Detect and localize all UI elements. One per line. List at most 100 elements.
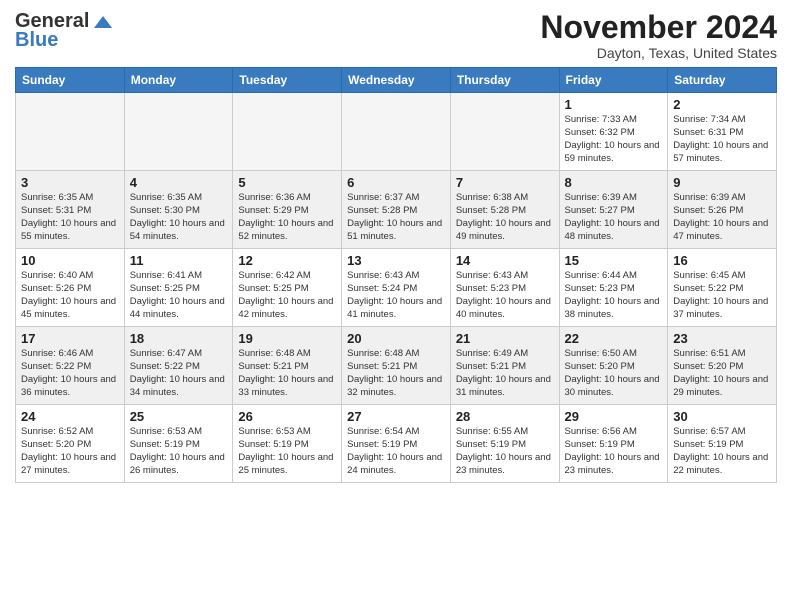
- day-detail: Sunrise: 7:34 AMSunset: 6:31 PMDaylight:…: [673, 114, 771, 165]
- day-detail: Sunrise: 6:35 AMSunset: 5:31 PMDaylight:…: [21, 192, 119, 243]
- table-row: 19Sunrise: 6:48 AMSunset: 5:21 PMDayligh…: [233, 327, 342, 405]
- day-detail: Sunrise: 6:50 AMSunset: 5:20 PMDaylight:…: [565, 348, 663, 399]
- day-number: 7: [456, 175, 554, 190]
- day-number: 2: [673, 97, 771, 112]
- day-detail: Sunrise: 6:40 AMSunset: 5:26 PMDaylight:…: [21, 270, 119, 321]
- table-row: 22 Sunrise: 6:50 AMSunset: 5:20 PMDayligh…: [559, 327, 668, 405]
- day-number: 3: [21, 175, 119, 190]
- day-number: 28: [456, 409, 554, 424]
- day-detail: Sunrise: 6:57 AMSunset: 5:19 PMDaylight:…: [673, 426, 771, 477]
- table-row: 24 Sunrise: 6:52 AMSunset: 5:20 PMDayligh…: [16, 405, 125, 483]
- table-row: 4 Sunrise: 6:35 AMSunset: 5:30 PMDaylight…: [124, 171, 233, 249]
- calendar-week-row: 1 Sunrise: 7:33 AMSunset: 6:32 PMDaylight…: [16, 93, 777, 171]
- header-monday: Monday: [124, 68, 233, 93]
- day-number: 23: [673, 331, 771, 346]
- day-number: 25: [130, 409, 228, 424]
- day-detail: Sunrise: 6:36 AMSunset: 5:29 PMDaylight:…: [238, 192, 336, 243]
- header-friday: Friday: [559, 68, 668, 93]
- day-detail: Sunrise: 6:55 AMSunset: 5:19 PMDaylight:…: [456, 426, 554, 477]
- calendar-week-row: 24 Sunrise: 6:52 AMSunset: 5:20 PMDayligh…: [16, 405, 777, 483]
- table-row: 2 Sunrise: 7:34 AMSunset: 6:31 PMDaylight…: [668, 93, 777, 171]
- table-row: 15 Sunrise: 6:44 AMSunset: 5:23 PMDayligh…: [559, 249, 668, 327]
- day-detail: Sunrise: 6:54 AMSunset: 5:19 PMDaylight:…: [347, 426, 445, 477]
- header-wednesday: Wednesday: [342, 68, 451, 93]
- day-detail: Sunrise: 6:53 AMSunset: 5:19 PMDaylight:…: [238, 426, 336, 477]
- day-number: 16: [673, 253, 771, 268]
- table-row: 8Sunrise: 6:39 AMSunset: 5:27 PMDaylight…: [559, 171, 668, 249]
- day-number: 26: [238, 409, 336, 424]
- day-detail: Sunrise: 6:43 AMSunset: 5:23 PMDaylight:…: [456, 270, 554, 321]
- day-number: 17: [21, 331, 119, 346]
- day-detail: Sunrise: 6:47 AMSunset: 5:22 PMDaylight:…: [130, 348, 228, 399]
- table-row: 1 Sunrise: 7:33 AMSunset: 6:32 PMDaylight…: [559, 93, 668, 171]
- table-row: 3 Sunrise: 6:35 AMSunset: 5:31 PMDaylight…: [16, 171, 125, 249]
- day-detail: Sunrise: 6:52 AMSunset: 5:20 PMDaylight:…: [21, 426, 119, 477]
- day-number: 22: [565, 331, 663, 346]
- logo-blue: Blue: [15, 29, 58, 52]
- header-thursday: Thursday: [450, 68, 559, 93]
- day-number: 21: [456, 331, 554, 346]
- day-number: 12: [238, 253, 336, 268]
- table-row: [16, 93, 125, 171]
- table-row: 28 Sunrise: 6:55 AMSunset: 5:19 PMDayligh…: [450, 405, 559, 483]
- day-number: 30: [673, 409, 771, 424]
- table-row: 11Sunrise: 6:41 AMSunset: 5:25 PMDayligh…: [124, 249, 233, 327]
- calendar-header-row: Sunday Monday Tuesday Wednesday Thursday…: [16, 68, 777, 93]
- day-number: 10: [21, 253, 119, 268]
- day-detail: Sunrise: 7:33 AMSunset: 6:32 PMDaylight:…: [565, 114, 663, 165]
- day-number: 15: [565, 253, 663, 268]
- table-row: 10 Sunrise: 6:40 AMSunset: 5:26 PMDayligh…: [16, 249, 125, 327]
- table-row: 6Sunrise: 6:37 AMSunset: 5:28 PMDaylight…: [342, 171, 451, 249]
- day-detail: Sunrise: 6:44 AMSunset: 5:23 PMDaylight:…: [565, 270, 663, 321]
- day-detail: Sunrise: 6:39 AMSunset: 5:26 PMDaylight:…: [673, 192, 771, 243]
- day-detail: Sunrise: 6:48 AMSunset: 5:21 PMDaylight:…: [238, 348, 336, 399]
- table-row: 29Sunrise: 6:56 AMSunset: 5:19 PMDayligh…: [559, 405, 668, 483]
- header-sunday: Sunday: [16, 68, 125, 93]
- day-number: 14: [456, 253, 554, 268]
- calendar-week-row: 17 Sunrise: 6:46 AMSunset: 5:22 PMDayligh…: [16, 327, 777, 405]
- table-row: [233, 93, 342, 171]
- calendar-week-row: 3 Sunrise: 6:35 AMSunset: 5:31 PMDaylight…: [16, 171, 777, 249]
- header-saturday: Saturday: [668, 68, 777, 93]
- day-number: 9: [673, 175, 771, 190]
- logo: General Blue: [15, 10, 114, 52]
- calendar-week-row: 10 Sunrise: 6:40 AMSunset: 5:26 PMDayligh…: [16, 249, 777, 327]
- table-row: [342, 93, 451, 171]
- day-number: 1: [565, 97, 663, 112]
- day-number: 13: [347, 253, 445, 268]
- table-row: 9 Sunrise: 6:39 AMSunset: 5:26 PMDaylight…: [668, 171, 777, 249]
- day-detail: Sunrise: 6:42 AMSunset: 5:25 PMDaylight:…: [238, 270, 336, 321]
- table-row: 30 Sunrise: 6:57 AMSunset: 5:19 PMDayligh…: [668, 405, 777, 483]
- day-number: 27: [347, 409, 445, 424]
- day-number: 4: [130, 175, 228, 190]
- table-row: 27 Sunrise: 6:54 AMSunset: 5:19 PMDayligh…: [342, 405, 451, 483]
- day-detail: Sunrise: 6:48 AMSunset: 5:21 PMDaylight:…: [347, 348, 445, 399]
- day-number: 8: [565, 175, 663, 190]
- day-number: 18: [130, 331, 228, 346]
- table-row: 18 Sunrise: 6:47 AMSunset: 5:22 PMDayligh…: [124, 327, 233, 405]
- table-row: 25Sunrise: 6:53 AMSunset: 5:19 PMDayligh…: [124, 405, 233, 483]
- table-row: 12 Sunrise: 6:42 AMSunset: 5:25 PMDayligh…: [233, 249, 342, 327]
- day-detail: Sunrise: 6:51 AMSunset: 5:20 PMDaylight:…: [673, 348, 771, 399]
- table-row: 20Sunrise: 6:48 AMSunset: 5:21 PMDayligh…: [342, 327, 451, 405]
- day-detail: Sunrise: 6:38 AMSunset: 5:28 PMDaylight:…: [456, 192, 554, 243]
- logo-icon: [92, 14, 114, 30]
- header: General Blue November 2024 Dayton, Texas…: [15, 10, 777, 61]
- day-detail: Sunrise: 6:45 AMSunset: 5:22 PMDaylight:…: [673, 270, 771, 321]
- day-detail: Sunrise: 6:46 AMSunset: 5:22 PMDaylight:…: [21, 348, 119, 399]
- table-row: 7 Sunrise: 6:38 AMSunset: 5:28 PMDaylight…: [450, 171, 559, 249]
- table-row: 16 Sunrise: 6:45 AMSunset: 5:22 PMDayligh…: [668, 249, 777, 327]
- day-number: 11: [130, 253, 228, 268]
- day-number: 24: [21, 409, 119, 424]
- table-row: [124, 93, 233, 171]
- location: Dayton, Texas, United States: [540, 45, 777, 61]
- day-detail: Sunrise: 6:49 AMSunset: 5:21 PMDaylight:…: [456, 348, 554, 399]
- table-row: 17 Sunrise: 6:46 AMSunset: 5:22 PMDayligh…: [16, 327, 125, 405]
- day-number: 29: [565, 409, 663, 424]
- header-tuesday: Tuesday: [233, 68, 342, 93]
- day-number: 6: [347, 175, 445, 190]
- table-row: 26 Sunrise: 6:53 AMSunset: 5:19 PMDayligh…: [233, 405, 342, 483]
- day-detail: Sunrise: 6:35 AMSunset: 5:30 PMDaylight:…: [130, 192, 228, 243]
- table-row: 23 Sunrise: 6:51 AMSunset: 5:20 PMDayligh…: [668, 327, 777, 405]
- page-container: General Blue November 2024 Dayton, Texas…: [0, 0, 792, 488]
